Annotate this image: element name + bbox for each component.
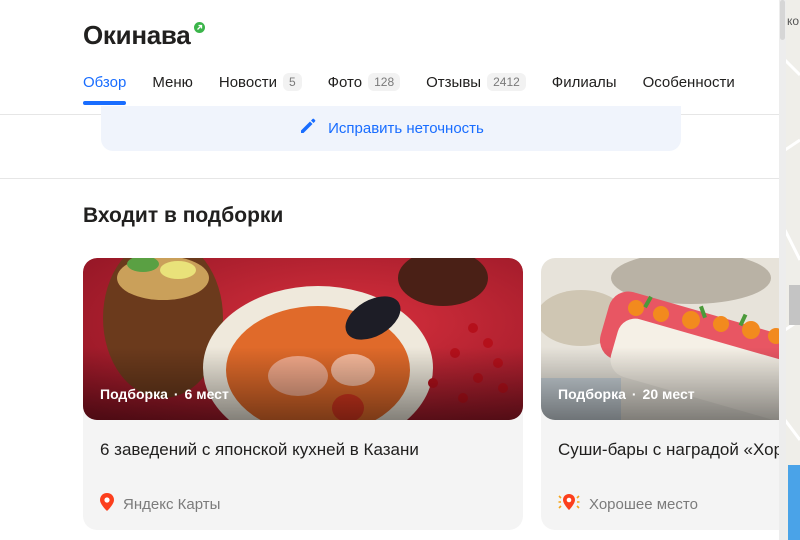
fix-inaccuracy-button[interactable]: Исправить неточность — [101, 106, 681, 151]
tab-branches[interactable]: Филиалы — [552, 70, 617, 94]
collection-source: Хорошее место — [558, 493, 698, 515]
section-divider — [0, 178, 785, 179]
tab-label: Новости — [218, 73, 277, 91]
count-badge: 128 — [368, 73, 401, 91]
meta-separator: · — [631, 386, 637, 402]
collection-name: 6 заведений с японской кухней в Казани — [100, 440, 419, 459]
tab-label: Обзор — [83, 73, 127, 91]
pencil-icon — [298, 116, 318, 141]
tab-label: Фото — [327, 73, 363, 91]
tab-reviews[interactable]: Отзывы 2412 — [426, 70, 526, 94]
verified-icon — [194, 22, 206, 33]
tab-label: Филиалы — [551, 73, 617, 91]
fix-inaccuracy-label: Исправить неточность — [328, 120, 484, 137]
collection-type: Подборка — [558, 386, 626, 402]
scrollbar[interactable] — [779, 0, 786, 540]
page-title: Окинава — [83, 20, 191, 50]
section-title: Входит в подборки — [83, 204, 284, 227]
collection-card[interactable]: Подборка · 6 мест 6 заведений с японской к… — [83, 258, 523, 530]
tab-features[interactable]: Особенности — [643, 70, 735, 94]
good-place-icon — [558, 493, 580, 515]
tab-bar: Обзор Меню Новости 5 Фото 128 Отзывы 241… — [83, 70, 761, 105]
collection-card[interactable]: Подборка · 20 мест Суши-бары с наградой «Х… — [541, 258, 800, 530]
collection-meta: Подборка · 20 мест — [558, 386, 695, 402]
collection-meta: Подборка · 6 мест — [100, 386, 229, 402]
tab-label: Меню — [152, 73, 193, 91]
header: Окинава — [83, 20, 206, 51]
map-pin-icon — [100, 493, 114, 515]
scrollbar-thumb[interactable] — [780, 0, 785, 40]
tab-label: Особенности — [642, 73, 735, 91]
collection-count: 20 мест — [642, 386, 695, 402]
count-badge: 2412 — [487, 73, 526, 91]
collection-source: Яндекс Карты — [100, 493, 220, 515]
collection-type: Подборка — [100, 386, 168, 402]
map-label: ко — [787, 14, 800, 28]
collection-name: Суши-бары с наградой «Хорошее место» в К… — [558, 440, 800, 459]
count-badge: 5 — [282, 73, 302, 91]
source-label: Яндекс Карты — [123, 495, 221, 513]
map-view[interactable]: ко — [785, 0, 800, 540]
tab-photos[interactable]: Фото 128 — [328, 70, 401, 94]
meta-separator: · — [173, 386, 179, 402]
tab-news[interactable]: Новости 5 — [219, 70, 302, 94]
tab-menu[interactable]: Меню — [152, 70, 193, 94]
source-label: Хорошее место — [589, 495, 698, 513]
tab-label: Отзывы — [426, 73, 482, 91]
tab-overview[interactable]: Обзор — [83, 70, 127, 105]
collection-count: 6 мест — [184, 386, 229, 402]
